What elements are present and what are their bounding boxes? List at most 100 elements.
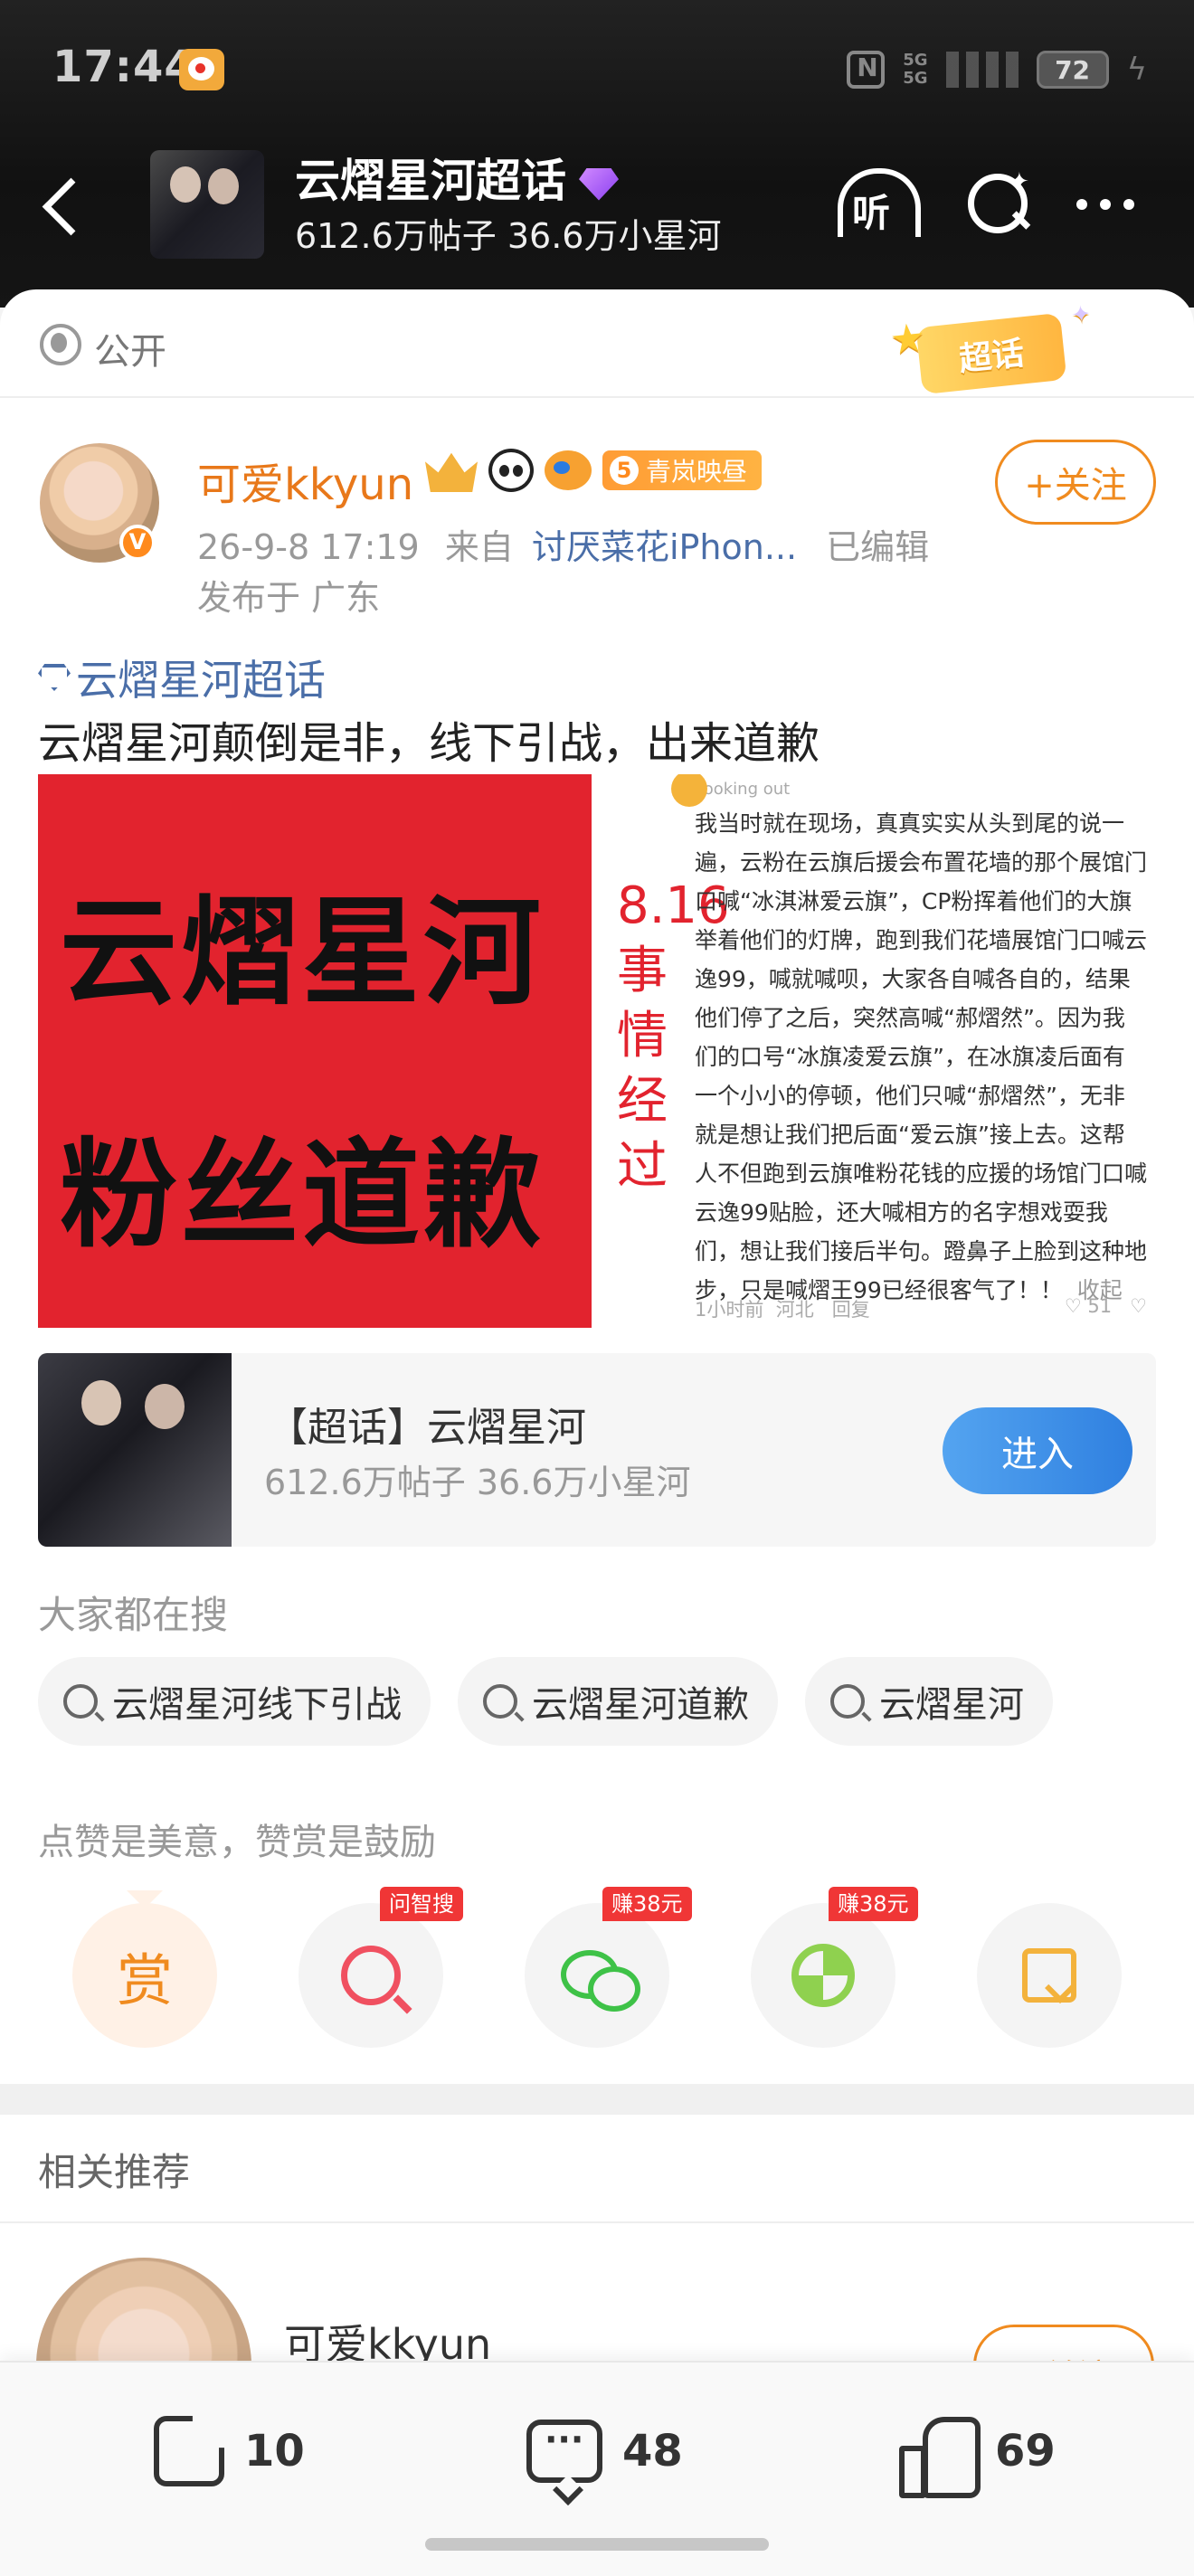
supertopic-card-stats: 612.6万帖子 36.6万小星河	[264, 1463, 691, 1502]
status-time: 17:44	[52, 42, 195, 92]
post-time: 26-9-8 17:19	[197, 527, 420, 567]
supertopic-card[interactable]: 【超话】云熠星河 612.6万帖子 36.6万小星河 进入	[38, 1353, 1156, 1547]
share-icon	[154, 2416, 224, 2486]
star-icon: ★	[887, 314, 928, 365]
fan-level-number: 5	[610, 456, 639, 485]
post-meta: 26-9-8 17:19 来自 讨厌菜花iPhon... 已编辑	[197, 519, 929, 569]
like-button[interactable]: 69	[899, 2406, 1056, 2498]
share-button[interactable]: 10	[154, 2406, 305, 2496]
supertopic-badge[interactable]: ★ 超话 ✦	[887, 300, 1093, 395]
back-button[interactable]	[36, 168, 87, 241]
commenter-name: Looking out	[695, 780, 791, 799]
crown-icon	[425, 452, 478, 492]
diamond-icon	[38, 664, 71, 691]
nfc-icon	[847, 51, 886, 89]
diamond-icon	[579, 167, 619, 201]
wechat-icon	[561, 1948, 640, 2012]
share-wechat-button[interactable]: 赚38元	[525, 1887, 692, 2048]
topic-title-text: 云熠星河超话	[295, 155, 566, 207]
thumbs-up-icon	[899, 2413, 981, 2498]
share-count: 10	[244, 2426, 305, 2477]
reward-button[interactable]: 赏	[72, 1890, 217, 2048]
more-options-button[interactable]	[1076, 199, 1134, 210]
topic-tag-text: 云熠星河超话	[76, 656, 326, 705]
commenter-avatar	[671, 774, 707, 807]
status-indicators: 5G 5G 72 ϟ	[847, 51, 1147, 89]
ask-search-icon	[341, 1946, 401, 2005]
share-actions-row: 赏 问智搜 赚38元 赚38元	[72, 1887, 1122, 2048]
topic-stats: 612.6万帖子 36.6万小星河	[295, 216, 722, 256]
save-image-icon	[1022, 1948, 1076, 2003]
fan-level-label: 青岚映昼	[646, 457, 748, 487]
globe-icon	[40, 324, 81, 365]
related-title: 相关推荐	[38, 2150, 191, 2194]
charging-icon: ϟ	[1126, 52, 1147, 88]
ai-search-button[interactable]: ✦	[964, 168, 1033, 237]
banner-line-2: 粉丝道歉	[60, 1126, 545, 1264]
comment-screenshot: Looking out 我当时就在现场，真真实实从头到尾的说一遍，云粉在云旗后援…	[671, 774, 1147, 1322]
comment-button[interactable]: 48	[526, 2406, 683, 2496]
post-location: 发布于 广东	[197, 578, 381, 618]
author-name[interactable]: 可爱kkyun	[197, 449, 413, 512]
reward-icon: 赏	[116, 1947, 173, 2013]
source-prefix: 来自	[444, 527, 514, 567]
visibility-label: 公开	[94, 331, 166, 373]
share-moments-button[interactable]: 赚38元	[751, 1887, 918, 2048]
battery-icon: 72	[1036, 51, 1109, 89]
comment-region: 河北	[775, 1299, 814, 1321]
listen-button[interactable]: 听	[832, 163, 921, 246]
save-image-button[interactable]	[977, 1903, 1122, 2048]
trending-search-chips: 云熠星河线下引战 云熠星河道歉 云熠星河	[38, 1657, 1053, 1746]
listen-label: 听	[852, 191, 891, 235]
author-badges: 5 青岚映昼	[425, 449, 763, 492]
signal-bars-icon	[945, 52, 1019, 88]
vertical-caption: 8.16事情经过	[617, 876, 730, 1196]
comment-count: 48	[622, 2426, 683, 2477]
section-divider	[0, 2084, 1194, 2115]
like-count: 69	[995, 2426, 1056, 2477]
home-indicator[interactable]	[425, 2538, 769, 2551]
supertopic-thumbnail	[38, 1353, 232, 1547]
signal-label-2: 5G	[903, 69, 928, 88]
moments-icon	[791, 1944, 855, 2007]
supertopic-card-title: 【超话】云熠星河	[268, 1405, 586, 1451]
enter-button[interactable]: 进入	[943, 1407, 1132, 1494]
moments-earn-tag: 赚38元	[829, 1887, 918, 1921]
comment-text: 我当时就在现场，真真实实从头到尾的说一遍，云粉在云旗后援会布置花墙的那个展馆门口…	[695, 804, 1147, 1310]
fan-level-badge[interactable]: 5 青岚映昼	[602, 450, 763, 490]
banner-line-1: 云熠星河	[60, 884, 545, 1021]
supertopic-badge-label: 超话	[957, 335, 1027, 379]
ask-search-button[interactable]: 问智搜	[298, 1887, 463, 2048]
top-header: 17:44 5G 5G 72 ϟ 云熠星河超话 612.6万帖子 36.6万小星…	[0, 0, 1194, 308]
search-chip-label: 云熠星河线下引战	[112, 1684, 402, 1726]
sparkle-icon: ✦	[1069, 300, 1093, 330]
spark-icon: ✦	[1009, 168, 1029, 195]
trending-search-title: 大家都在搜	[38, 1593, 229, 1637]
weibo-notification-icon	[179, 49, 224, 90]
screen: 17:44 5G 5G 72 ϟ 云熠星河超话 612.6万帖子 36.6万小星…	[0, 0, 1194, 2576]
verified-icon: V	[119, 525, 156, 561]
search-chip[interactable]: 云熠星河线下引战	[38, 1657, 431, 1746]
search-icon	[63, 1684, 98, 1719]
comment-footer: 1小时前 河北 回复 ♡ 51 ♡	[695, 1295, 1147, 1321]
search-chip-label: 云熠星河道歉	[532, 1684, 749, 1726]
topic-title[interactable]: 云熠星河超话	[295, 145, 619, 210]
topic-tag-link[interactable]: 云熠星河超话	[38, 648, 326, 707]
post-image[interactable]: 云熠星河 粉丝道歉 8.16事情经过 Looking out 我当时就在现场，真…	[38, 774, 1152, 1328]
search-chip[interactable]: 云熠星河道歉	[458, 1657, 778, 1746]
search-chip[interactable]: 云熠星河	[805, 1657, 1053, 1746]
post-text: 云熠星河颠倒是非，线下引战，出来道歉	[38, 718, 820, 769]
related-divider	[0, 2221, 1194, 2223]
comment-time: 1小时前	[695, 1299, 764, 1321]
comment-body-text: 我当时就在现场，真真实实从头到尾的说一遍，云粉在云旗后援会布置花墙的那个展馆门口…	[695, 810, 1148, 1303]
signal-labels: 5G 5G	[903, 52, 927, 88]
follow-button[interactable]: +关注	[995, 440, 1156, 525]
edited-label[interactable]: 已编辑	[826, 527, 929, 567]
panda-icon	[488, 449, 534, 492]
wechat-earn-tag: 赚38元	[602, 1887, 692, 1921]
comment-likes: 51	[1087, 1295, 1113, 1317]
signal-label-1: 5G	[903, 51, 928, 70]
fish-icon	[545, 450, 592, 490]
topic-avatar[interactable]	[150, 150, 264, 259]
post-source[interactable]: 讨厌菜花iPhon...	[532, 527, 797, 567]
